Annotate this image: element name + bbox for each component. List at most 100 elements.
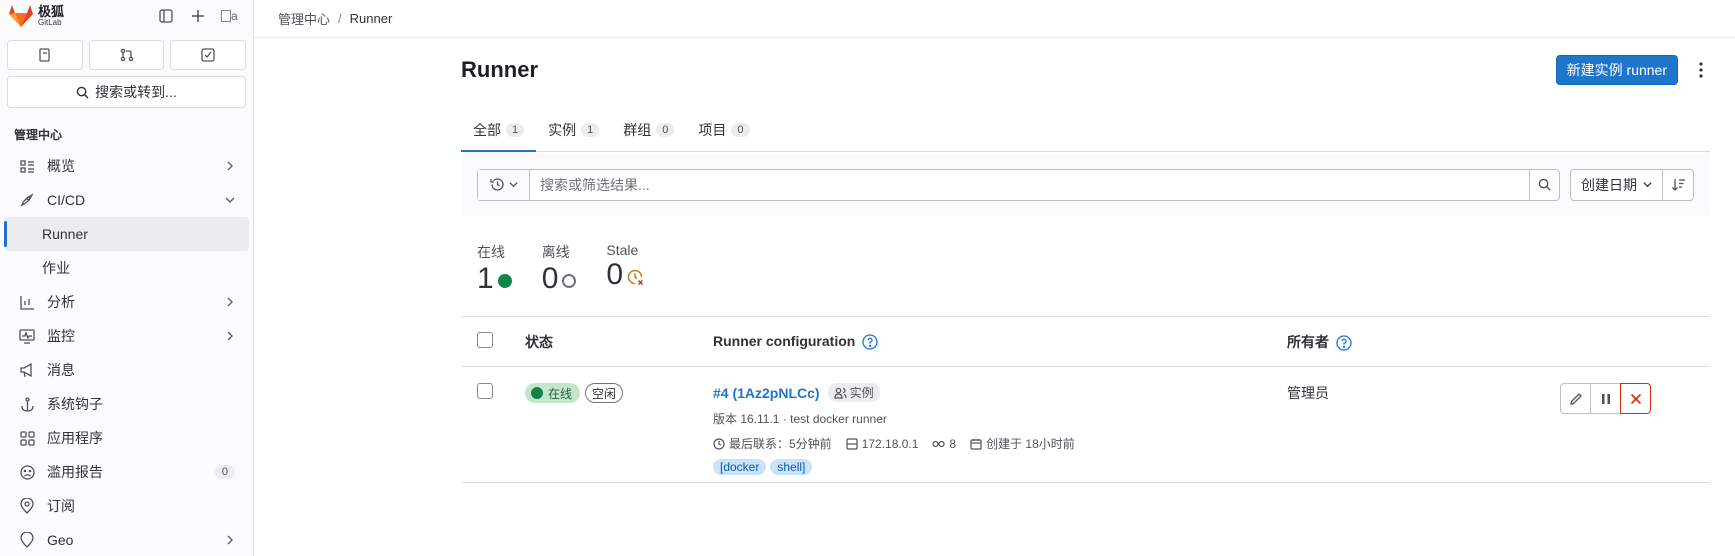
created-at: 创建于 18小时前 <box>986 437 1075 451</box>
applications-icon <box>18 429 36 447</box>
sidebar-header: 极狐 GitLab a <box>0 0 253 32</box>
sidebar-item-analytics[interactable]: 分析 <box>4 285 249 319</box>
header-config-label: Runner configuration <box>713 332 856 349</box>
runner-version: 版本 16.11.1 · test docker runner <box>713 412 887 426</box>
sidebar-toggle-icon[interactable] <box>157 7 175 25</box>
history-icon <box>489 178 504 191</box>
chevron-right-icon <box>225 161 235 171</box>
sidebar-item-jobs[interactable]: 作业 <box>4 251 249 285</box>
sidebar-item-label: 概览 <box>47 158 75 174</box>
sidebar-item-monitoring[interactable]: 监控 <box>4 319 249 353</box>
sidebar-item-label: Runner <box>42 226 88 242</box>
sidebar-item-overview[interactable]: 概览 <box>4 149 249 183</box>
search-button[interactable]: 搜索或转到... <box>7 76 246 108</box>
tab-label: 全部 <box>473 122 501 138</box>
runner-name-link[interactable]: #4 (1Az2pNLCc) <box>713 385 820 401</box>
sidebar-item-label: CI/CD <box>47 192 86 208</box>
tab-count: 0 <box>656 123 675 137</box>
search-label: 搜索或转到... <box>95 84 177 100</box>
sidebar-item-label: 分析 <box>47 294 75 310</box>
header-owner: 所有者 <box>1287 332 1537 352</box>
plus-icon[interactable] <box>189 7 207 25</box>
rocket-icon <box>18 191 36 209</box>
broken-image-icon <box>221 10 231 22</box>
brand-logo[interactable]: 极狐 GitLab <box>8 4 64 28</box>
header-status: 状态 <box>525 333 553 350</box>
select-all-checkbox[interactable] <box>477 332 493 348</box>
stat-value: 0 <box>541 262 559 295</box>
anchor-icon <box>18 395 36 413</box>
sidebar-item-label: Geo <box>47 532 74 548</box>
sidebar-item-applications[interactable]: 应用程序 <box>4 421 249 455</box>
chevron-down-icon <box>508 182 518 188</box>
brand-name-cn: 极狐 <box>38 4 65 19</box>
breadcrumb-current[interactable]: Runner <box>350 11 393 26</box>
search-icon <box>76 86 89 99</box>
tab-count: 0 <box>731 123 750 137</box>
tab-all[interactable]: 全部 1 <box>461 109 537 152</box>
help-icon[interactable] <box>1336 335 1352 351</box>
monitor-icon <box>18 327 36 345</box>
brand-name-en: GitLab <box>38 18 62 27</box>
jobs-count: 8 <box>949 436 957 451</box>
online-dot-icon <box>531 387 543 399</box>
sidebar-item-label: 监控 <box>47 328 75 344</box>
sidebar-item-messages[interactable]: 消息 <box>4 353 249 387</box>
pause-runner-button[interactable] <box>1590 383 1621 414</box>
new-instance-runner-button[interactable]: 新建实例 runner <box>1555 55 1678 85</box>
issues-button[interactable] <box>7 40 83 70</box>
server-icon <box>846 437 858 450</box>
sidebar-item-subscription[interactable]: 订阅 <box>4 489 249 523</box>
header-config: Runner configuration <box>713 333 1287 350</box>
row-checkbox[interactable] <box>477 383 493 399</box>
last-contact: 最后联系：5分钟前 <box>729 437 832 451</box>
online-status-icon <box>497 274 512 288</box>
search-filter-input[interactable] <box>530 169 1529 200</box>
main-content: 管理中心 / Runner Runner 新建实例 runner 全部 1 实例… <box>254 0 1735 556</box>
more-actions-icon[interactable] <box>1692 62 1710 78</box>
tab-project[interactable]: 项目 0 <box>686 109 761 151</box>
breadcrumb: 管理中心 / Runner <box>254 0 1735 38</box>
breadcrumb-separator: / <box>338 11 342 26</box>
tab-instance[interactable]: 实例 1 <box>536 109 611 151</box>
stat-offline: 离线 0 <box>542 242 577 316</box>
sort-direction-button[interactable] <box>1663 170 1693 200</box>
stat-label: Stale <box>606 242 639 258</box>
status-online-text: 在线 <box>548 386 573 401</box>
chart-icon <box>18 293 36 311</box>
megaphone-icon <box>18 361 36 379</box>
sidebar-item-runner[interactable]: Runner <box>4 217 249 251</box>
sidebar-item-label: 应用程序 <box>47 430 103 446</box>
runner-tag: shell] <box>770 459 813 475</box>
merge-requests-button[interactable] <box>88 40 165 70</box>
pipeline-icon <box>932 440 946 447</box>
search-submit-button[interactable] <box>1529 169 1559 200</box>
chevron-right-icon <box>225 331 235 341</box>
avatar[interactable]: a <box>221 5 245 27</box>
stat-stale: Stale 0 <box>606 242 644 316</box>
close-icon <box>1630 393 1641 404</box>
help-icon[interactable] <box>862 334 878 350</box>
stat-value: 0 <box>606 258 624 291</box>
sidebar-item-label: 作业 <box>42 260 70 276</box>
runner-type-badge: 实例 <box>827 383 880 402</box>
status-badge-online: 在线 <box>525 383 581 403</box>
search-history-button[interactable] <box>478 169 530 200</box>
issues-icon <box>39 48 50 62</box>
delete-runner-button[interactable] <box>1620 383 1651 414</box>
tab-group[interactable]: 群组 0 <box>611 109 686 151</box>
avatar-alt-text: a <box>231 9 238 23</box>
sidebar-item-geo[interactable]: Geo <box>4 523 249 556</box>
tab-count: 1 <box>581 123 600 137</box>
sidebar-item-system-hooks[interactable]: 系统钩子 <box>4 387 249 421</box>
edit-runner-button[interactable] <box>1560 383 1591 414</box>
breadcrumb-root-link[interactable]: 管理中心 <box>278 9 330 28</box>
sidebar-item-cicd[interactable]: CI/CD <box>4 183 249 217</box>
runner-tabs: 全部 1 实例 1 群组 0 项目 0 <box>461 110 1710 152</box>
todos-button[interactable] <box>170 40 247 70</box>
sidebar-item-abuse-reports[interactable]: 滥用报告 0 <box>4 455 249 489</box>
chevron-right-icon <box>225 297 235 307</box>
header-owner-label: 所有者 <box>1287 333 1329 350</box>
sort-by-dropdown[interactable]: 创建日期 <box>1571 169 1663 200</box>
table-row: 在线 空闲 #4 (1Az2pNLCc) 实例 版本 16.11.1 · tes… <box>461 367 1710 483</box>
